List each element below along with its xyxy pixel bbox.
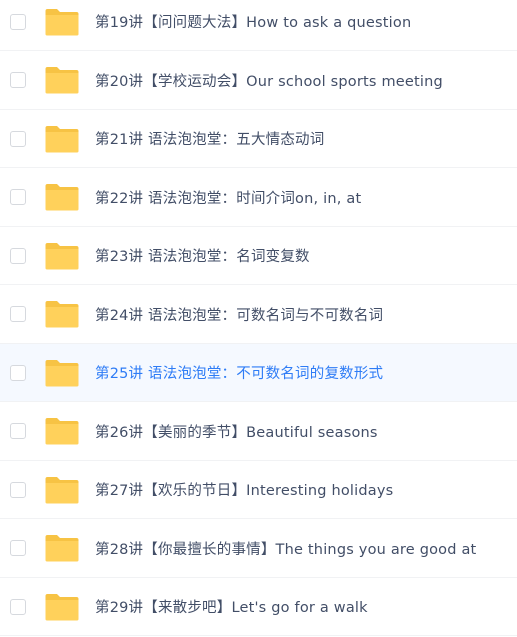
file-row[interactable]: 第26讲【美丽的季节】Beautiful seasons <box>0 403 517 461</box>
file-name-link[interactable]: 第19讲【问问题大法】How to ask a question <box>95 11 509 32</box>
folder-icon <box>44 124 80 154</box>
folder-icon <box>44 182 80 212</box>
file-row[interactable]: 第23讲 语法泡泡堂：名词变复数 <box>0 227 517 285</box>
file-name-link[interactable]: 第24讲 语法泡泡堂：可数名词与不可数名词 <box>95 304 509 325</box>
folder-icon <box>44 241 80 271</box>
folder-icon <box>44 358 80 388</box>
file-row[interactable]: 第22讲 语法泡泡堂：时间介词on, in, at <box>0 169 517 227</box>
file-row[interactable]: 第19讲【问问题大法】How to ask a question <box>0 0 517 51</box>
file-row[interactable]: 第24讲 语法泡泡堂：可数名词与不可数名词 <box>0 286 517 344</box>
file-row[interactable]: 第28讲【你最擅长的事情】The things you are good at <box>0 520 517 578</box>
file-list: 第19讲【问问题大法】How to ask a question 第20讲【学校运… <box>0 0 517 637</box>
file-name-link[interactable]: 第20讲【学校运动会】Our school sports meeting <box>95 70 509 91</box>
folder-icon <box>44 533 80 563</box>
row-checkbox[interactable] <box>10 481 26 498</box>
folder-icon <box>44 416 80 446</box>
file-row[interactable]: 第29讲【来散步吧】Let's go for a walk <box>0 578 517 636</box>
file-row[interactable]: 第25讲 语法泡泡堂：不可数名词的复数形式 <box>0 344 517 402</box>
row-checkbox[interactable] <box>10 189 26 205</box>
row-checkbox[interactable] <box>10 423 26 439</box>
row-checkbox[interactable] <box>10 306 26 322</box>
file-name-link[interactable]: 第28讲【你最擅长的事情】The things you are good at <box>95 538 509 559</box>
row-checkbox[interactable] <box>10 13 26 30</box>
file-name-link[interactable]: 第25讲 语法泡泡堂：不可数名词的复数形式 <box>95 362 509 383</box>
file-name-link[interactable]: 第26讲【美丽的季节】Beautiful seasons <box>95 421 509 442</box>
folder-icon <box>44 299 80 329</box>
row-checkbox[interactable] <box>10 130 26 147</box>
file-row[interactable]: 第20讲【学校运动会】Our school sports meeting <box>0 52 517 110</box>
folder-icon <box>44 65 80 95</box>
row-checkbox[interactable] <box>10 247 26 264</box>
file-name-link[interactable]: 第27讲【欢乐的节日】Interesting holidays <box>95 479 509 500</box>
file-name-link[interactable]: 第29讲【来散步吧】Let's go for a walk <box>95 596 509 617</box>
folder-icon <box>44 475 80 505</box>
file-name-link[interactable]: 第21讲 语法泡泡堂：五大情态动词 <box>95 128 509 149</box>
file-name-link[interactable]: 第23讲 语法泡泡堂：名词变复数 <box>95 245 509 266</box>
row-checkbox[interactable] <box>10 598 26 615</box>
file-row[interactable]: 第27讲【欢乐的节日】Interesting holidays <box>0 461 517 519</box>
row-checkbox[interactable] <box>10 364 26 381</box>
folder-icon <box>44 7 80 37</box>
file-name-link[interactable]: 第22讲 语法泡泡堂：时间介词on, in, at <box>95 187 509 208</box>
row-checkbox[interactable] <box>10 72 26 88</box>
file-row[interactable]: 第21讲 语法泡泡堂：五大情态动词 <box>0 110 517 168</box>
row-checkbox[interactable] <box>10 540 26 556</box>
folder-icon <box>44 592 80 622</box>
